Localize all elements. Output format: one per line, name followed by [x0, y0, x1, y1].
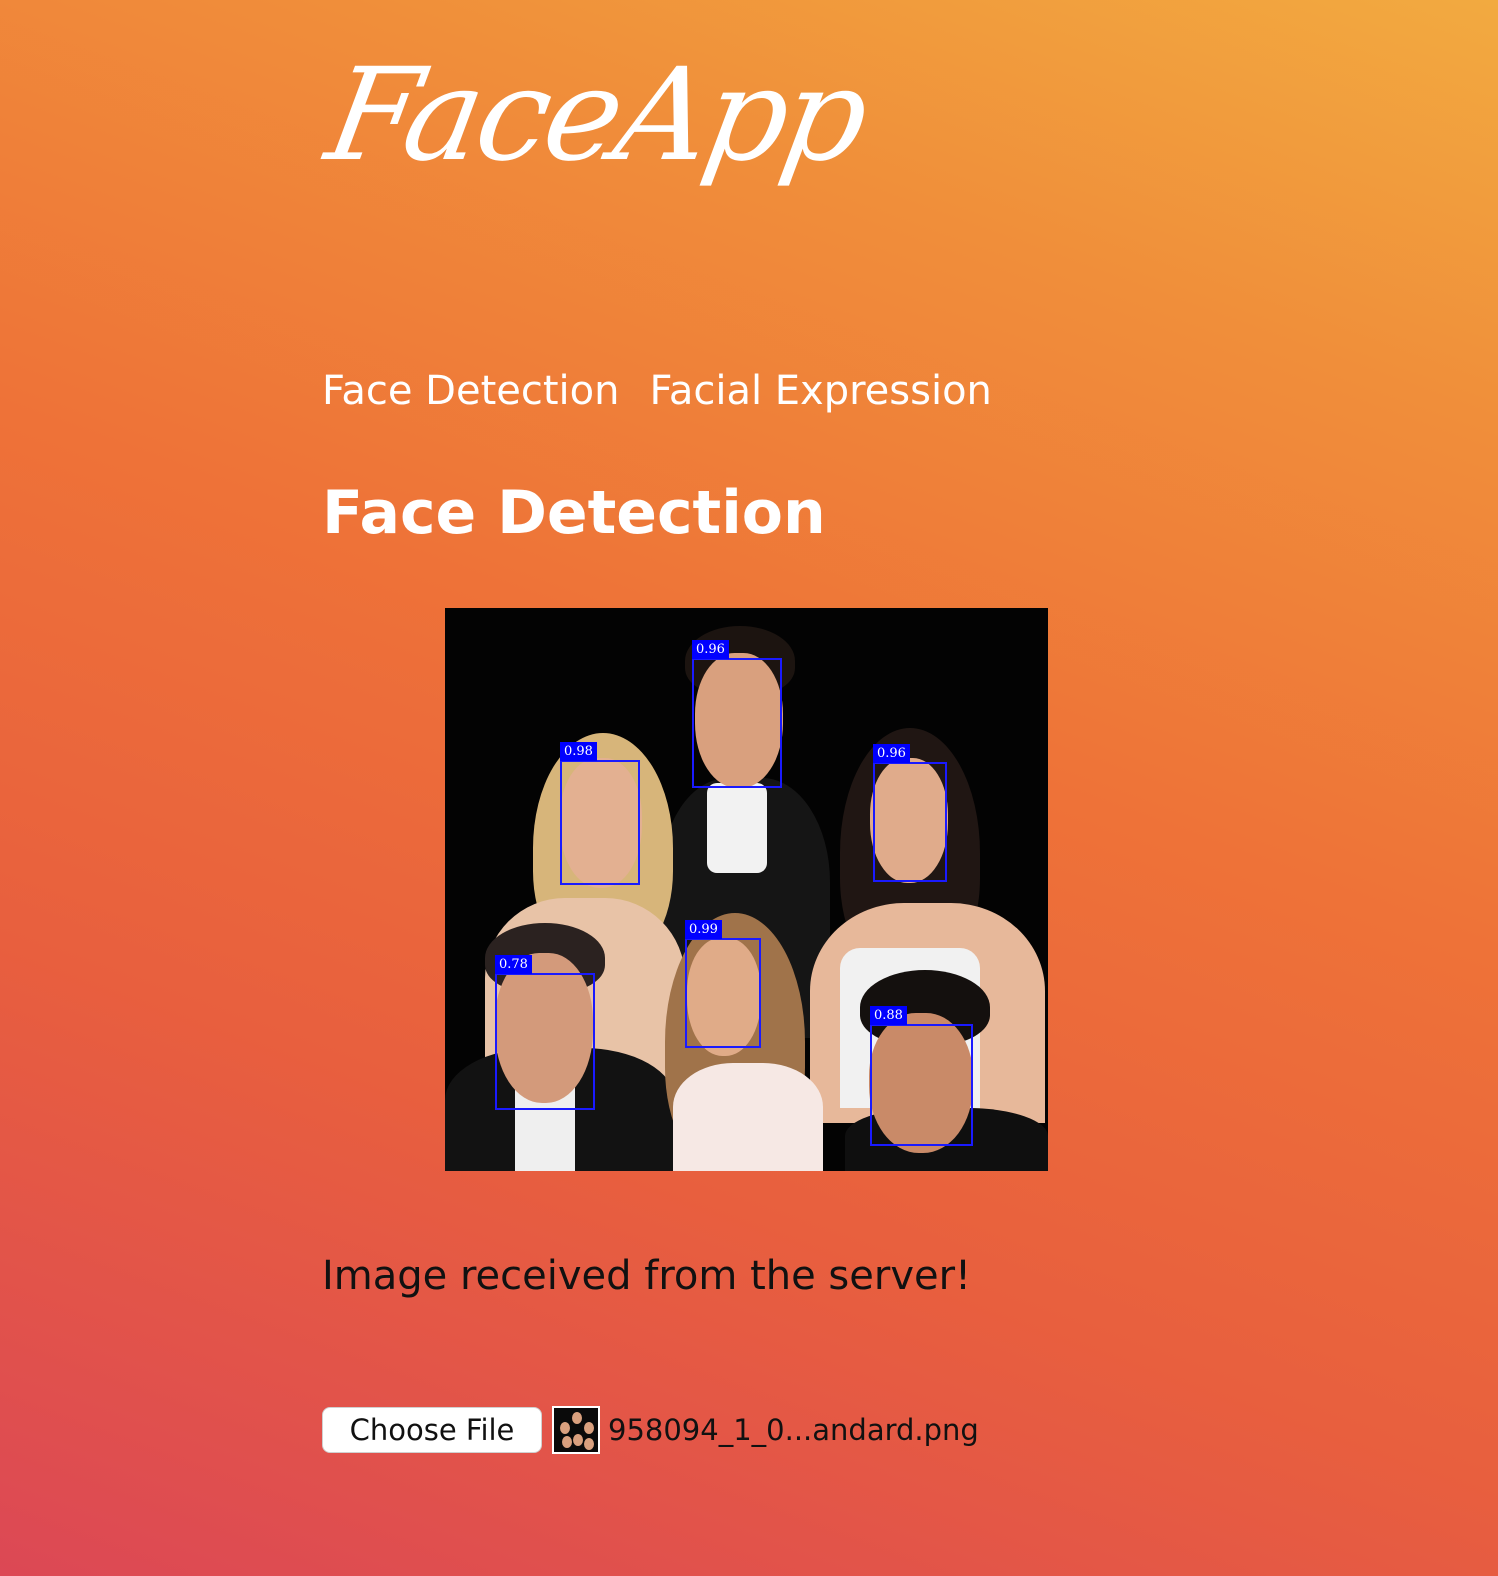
status-message: Image received from the server!: [322, 1253, 972, 1299]
app-logo: FaceApp: [316, 41, 876, 190]
face-detection-box: [685, 938, 761, 1048]
face-detection-box: [870, 1024, 973, 1146]
selected-file-name: 958094_1_0...andard.png: [608, 1413, 979, 1447]
nav-link-facial-expression[interactable]: Facial Expression: [649, 368, 991, 414]
face-detection-box: [495, 973, 595, 1110]
main-nav: Face Detection Facial Expression: [322, 368, 992, 414]
confidence-label: 0.88: [870, 1006, 907, 1025]
nav-link-face-detection[interactable]: Face Detection: [322, 368, 619, 414]
face-detection-box: [873, 762, 947, 882]
detection-result-image: 0.96 0.98 0.96 0.99 0.78 0.88: [445, 608, 1048, 1171]
page-title: Face Detection: [322, 478, 826, 548]
confidence-label: 0.96: [873, 744, 910, 763]
file-input: Choose File 958094_1_0...andard.png: [322, 1406, 979, 1454]
choose-file-button[interactable]: Choose File: [322, 1407, 542, 1453]
confidence-label: 0.96: [692, 640, 729, 659]
file-thumbnail: [552, 1406, 600, 1454]
confidence-label: 0.98: [560, 742, 597, 761]
face-detection-box: [560, 760, 640, 885]
face-detection-box: [692, 658, 782, 788]
confidence-label: 0.99: [685, 920, 722, 939]
confidence-label: 0.78: [495, 955, 532, 974]
